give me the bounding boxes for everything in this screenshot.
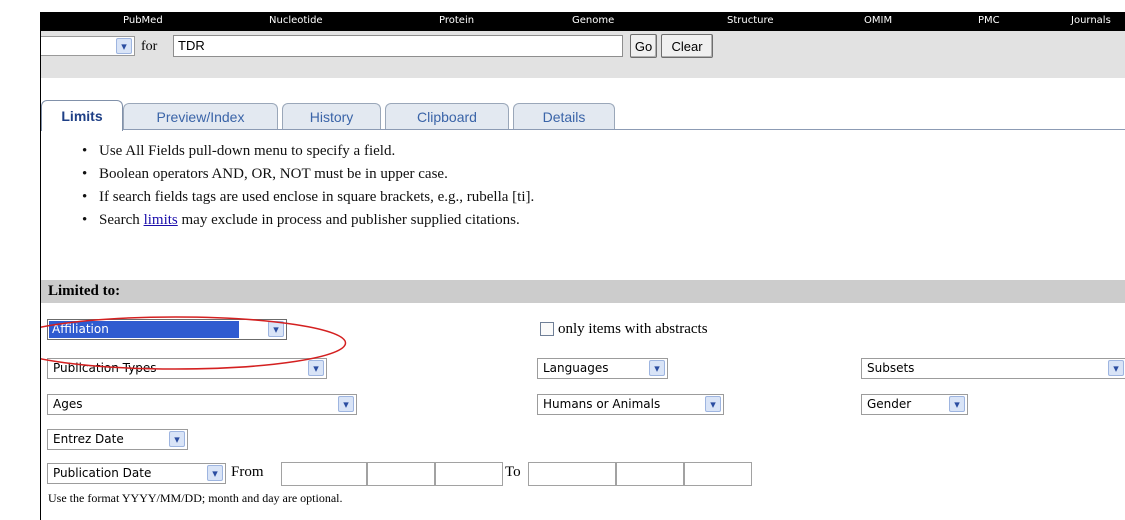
nav-nucleotide[interactable]: Nucleotide [269,15,323,26]
field-select[interactable]: Affiliation ▾ [47,319,287,340]
tab-details[interactable]: Details [513,103,615,130]
chevron-down-icon[interactable]: ▾ [268,321,284,337]
entrez-date-value: Entrez Date [53,432,124,446]
ages-select[interactable]: Ages ▾ [47,394,357,415]
nav-pmc[interactable]: PMC [978,15,1000,26]
chevron-down-icon[interactable]: ▾ [705,396,721,412]
chevron-down-icon[interactable]: ▾ [207,465,223,481]
humans-animals-select[interactable]: Humans or Animals ▾ [537,394,724,415]
clear-button[interactable]: Clear [661,34,713,58]
to-label: To [505,464,521,480]
date-format-note: Use the format YYYY/MM/DD; month and day… [48,491,343,505]
entrez-date-select[interactable]: Entrez Date ▾ [47,429,188,450]
tip-item: If search fields tags are used enclose i… [79,186,534,209]
tab-limits[interactable]: Limits [41,100,123,131]
go-button[interactable]: Go [630,34,657,58]
nav-structure[interactable]: Structure [727,15,774,26]
tab-preview-index[interactable]: Preview/Index [123,103,278,130]
ages-value: Ages [53,397,83,411]
subsets-select[interactable]: Subsets ▾ [861,358,1125,379]
tab-clipboard[interactable]: Clipboard [385,103,509,130]
languages-value: Languages [543,361,609,375]
tip-item: Boolean operators AND, OR, NOT must be i… [79,163,534,186]
gender-select[interactable]: Gender ▾ [861,394,968,415]
search-input[interactable]: TDR [173,35,623,57]
publication-date-value: Publication Date [53,466,152,480]
limited-to-header: Limited to: [41,280,1125,303]
pubmed-frame: PubMed Nucleotide Protein Genome Structu… [40,12,1125,520]
tip-item: Use All Fields pull-down menu to specify… [79,140,534,163]
from-year-input[interactable] [281,462,367,486]
from-label: From [231,464,264,480]
limits-link[interactable]: limits [144,212,178,228]
chevron-down-icon[interactable]: ▾ [649,360,665,376]
to-day-input[interactable] [684,462,752,486]
tip-item: Search limits may exclude in process and… [79,209,534,232]
abstracts-label: only items with abstracts [558,321,708,337]
chevron-down-icon[interactable]: ▾ [169,431,185,447]
subsets-value: Subsets [867,361,915,375]
humans-animals-value: Humans or Animals [543,397,661,411]
to-year-input[interactable] [528,462,616,486]
chevron-down-icon[interactable]: ▾ [949,396,965,412]
tab-history[interactable]: History [282,103,381,130]
search-tips-list: Use All Fields pull-down menu to specify… [79,140,534,232]
from-day-input[interactable] [435,462,503,486]
tip-text: Search [99,212,144,228]
publication-types-value: Publication Types [53,361,157,375]
chevron-down-icon[interactable]: ▾ [1108,360,1124,376]
search-row: ▾ for TDR Go Clear [41,31,1125,78]
gender-value: Gender [867,397,912,411]
nav-genome[interactable]: Genome [572,15,614,26]
publication-types-select[interactable]: Publication Types ▾ [47,358,327,379]
nav-protein[interactable]: Protein [439,15,474,26]
nav-omim[interactable]: OMIM [864,15,892,26]
limited-to-title: Limited to: [48,283,121,299]
languages-select[interactable]: Languages ▾ [537,358,668,379]
tab-divider [41,129,1125,130]
chevron-down-icon[interactable]: ▾ [308,360,324,376]
database-nav-bar: PubMed Nucleotide Protein Genome Structu… [41,12,1125,31]
publication-date-select[interactable]: Publication Date ▾ [47,463,226,484]
from-month-input[interactable] [367,462,435,486]
nav-journals[interactable]: Journals [1071,15,1111,26]
chevron-down-icon[interactable]: ▾ [116,38,132,54]
nav-pubmed[interactable]: PubMed [123,15,163,26]
tip-text: may exclude in process and publisher sup… [177,212,520,228]
database-select[interactable]: ▾ [41,36,135,56]
for-label: for [141,39,158,54]
tab-strip: Limits Preview/Index History Clipboard D… [41,78,1125,131]
chevron-down-icon[interactable]: ▾ [338,396,354,412]
field-select-value: Affiliation [49,321,239,338]
to-month-input[interactable] [616,462,684,486]
abstracts-checkbox[interactable] [540,322,554,336]
